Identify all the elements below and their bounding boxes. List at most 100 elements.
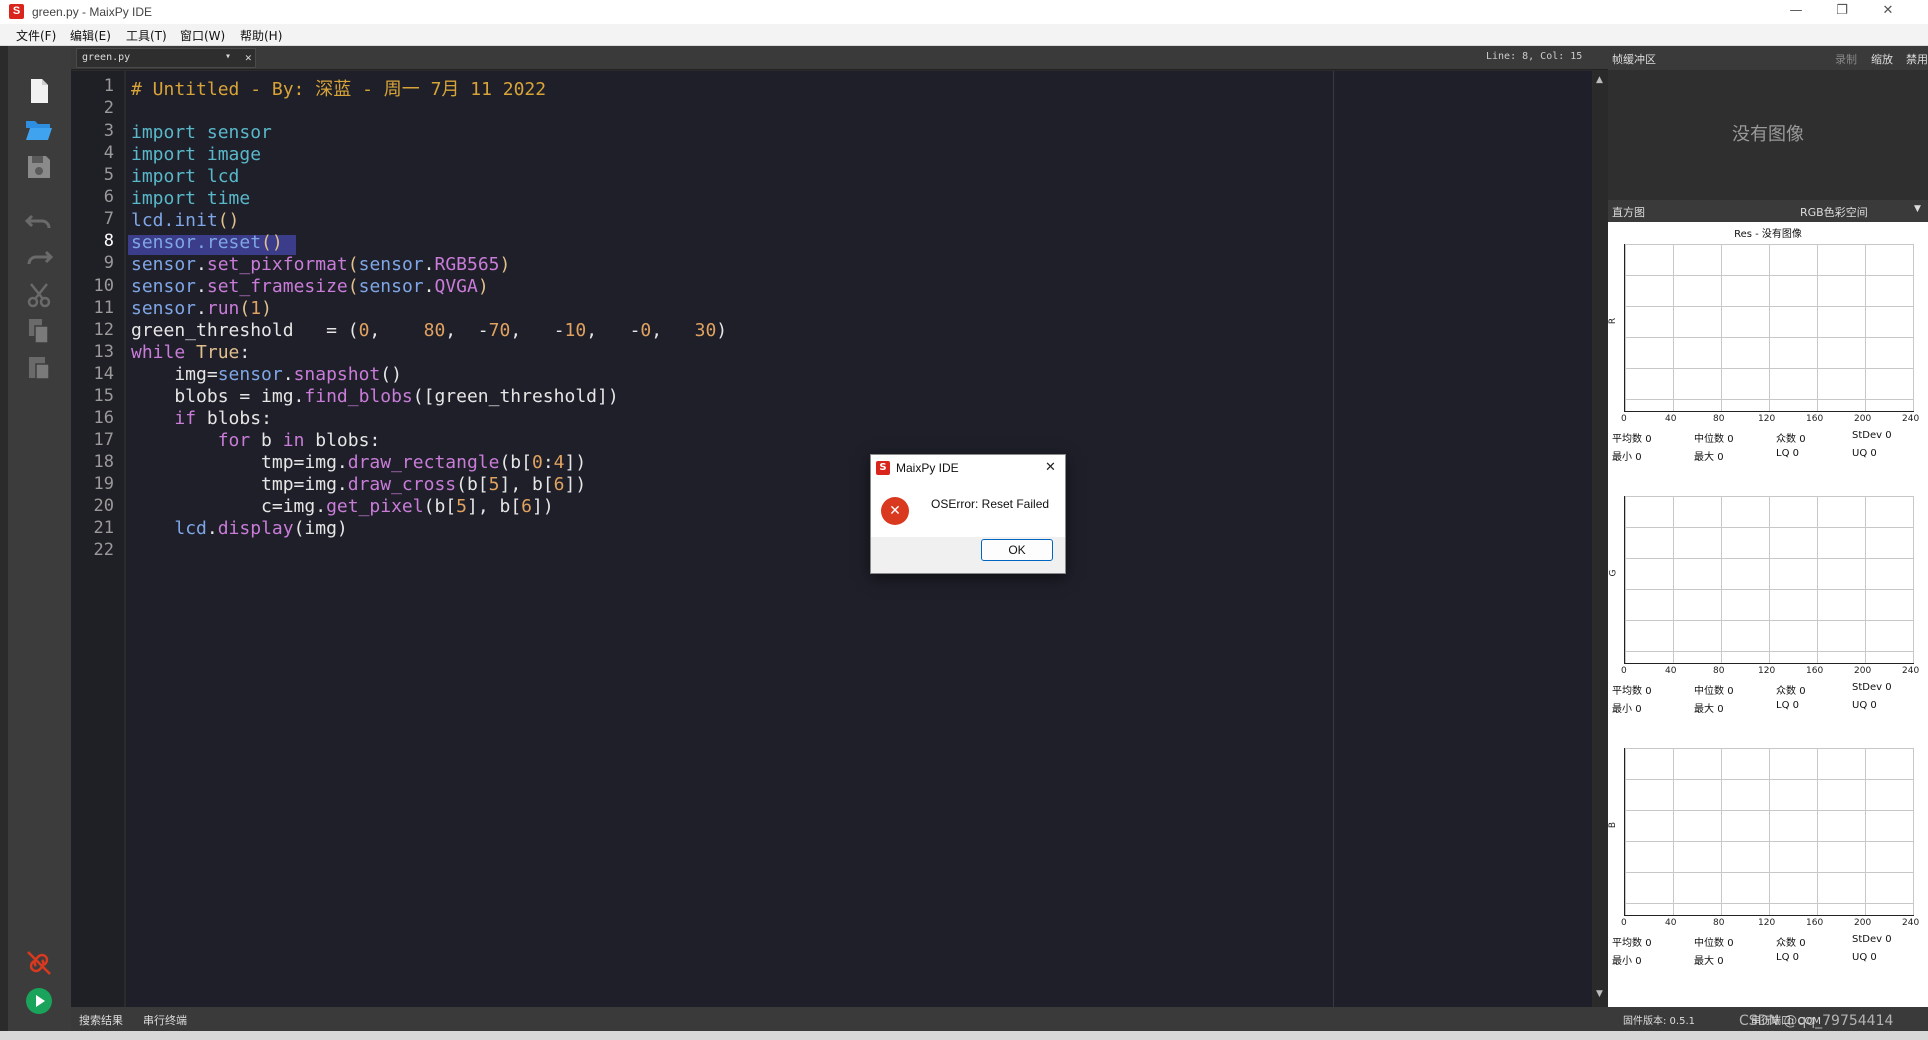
- serial-terminal-tab[interactable]: 串行终端: [143, 1012, 187, 1028]
- stat-min: 最小 0: [1612, 452, 1642, 463]
- line-number: 11: [93, 298, 114, 318]
- stat-min: 最小 0: [1612, 704, 1642, 715]
- x-tick: 0: [1621, 918, 1627, 928]
- menu-window[interactable]: 窗口(W): [180, 27, 225, 44]
- line-number: 22: [93, 540, 114, 560]
- line-number: 10: [93, 276, 114, 296]
- paste-icon[interactable]: [24, 352, 54, 382]
- disconnect-icon[interactable]: [24, 948, 54, 978]
- open-folder-icon[interactable]: [24, 114, 54, 144]
- cut-icon[interactable]: [24, 280, 54, 310]
- scroll-up-icon[interactable]: ▲: [1596, 75, 1603, 85]
- code-editor[interactable]: # Untitled - By: 深蓝 - 周一 7月 11 2022 impo…: [126, 71, 1592, 1007]
- run-icon[interactable]: [24, 986, 54, 1016]
- line-number: 5: [103, 165, 114, 185]
- undo-icon[interactable]: [24, 206, 54, 236]
- code-line-18: tmp=img.draw_rectangle(b[0:4]): [131, 452, 587, 473]
- line-number: 6: [103, 187, 114, 207]
- record-button[interactable]: 录制: [1835, 51, 1857, 67]
- stat-mode: 众数 0: [1776, 686, 1806, 697]
- code-line-1: # Untitled - By: 深蓝 - 周一 7月 11 2022: [131, 79, 547, 100]
- dialog-message: OSError: Reset Failed: [931, 497, 1050, 511]
- line-number: 13: [93, 342, 114, 362]
- histogram-plot: [1624, 496, 1914, 664]
- app-logo-icon: S: [876, 461, 890, 475]
- zoom-button[interactable]: 缩放: [1871, 51, 1893, 67]
- stat-median: 中位数 0: [1694, 434, 1734, 445]
- scroll-down-icon[interactable]: ▼: [1596, 989, 1603, 999]
- chevron-down-icon[interactable]: ▼: [1914, 204, 1921, 214]
- code-line-7: lcd.init(): [131, 210, 240, 231]
- no-image-label: 没有图像: [1732, 124, 1804, 145]
- menu-file[interactable]: 文件(F): [16, 27, 56, 44]
- stat-mean: 平均数 0: [1612, 938, 1652, 949]
- framebuffer-view: 没有图像: [1608, 70, 1928, 200]
- stat-max: 最大 0: [1694, 704, 1724, 715]
- code-line-10: sensor.set_framesize(sensor.QVGA): [131, 276, 489, 297]
- dialog-title: MaixPy IDE: [896, 461, 959, 475]
- redo-icon[interactable]: [24, 242, 54, 272]
- color-space-select[interactable]: RGB色彩空间: [1800, 204, 1868, 220]
- stat-stdev: StDev 0: [1852, 430, 1892, 441]
- minimize-button[interactable]: —: [1773, 0, 1819, 22]
- chevron-down-icon[interactable]: ▾: [225, 51, 231, 62]
- line-number-gutter: 1 2 3 4 5 6 7 8 9 10 11 12 13 14 15 16 1…: [71, 71, 125, 1007]
- bottom-strip: [0, 1031, 1928, 1040]
- line-number: 19: [93, 474, 114, 494]
- code-line-5: import lcd: [131, 166, 240, 187]
- code-line-13: while True:: [131, 342, 251, 363]
- error-icon: ✕: [881, 497, 909, 525]
- menu-tools[interactable]: 工具(T): [126, 27, 167, 44]
- stat-uq: UQ 0: [1852, 448, 1877, 459]
- stat-max: 最大 0: [1694, 956, 1724, 967]
- code-line-12: green_threshold = (0, 80, -70, -10, -0, …: [131, 320, 728, 341]
- line-number: 17: [93, 430, 114, 450]
- stat-uq: UQ 0: [1852, 700, 1877, 711]
- histogram-plot: [1624, 244, 1914, 412]
- disable-button[interactable]: 禁用: [1906, 51, 1928, 67]
- code-line-6: import time: [131, 188, 251, 209]
- line-number: 21: [93, 518, 114, 538]
- menu-help[interactable]: 帮助(H): [240, 27, 282, 44]
- dialog-close-icon[interactable]: ✕: [1045, 460, 1056, 475]
- x-tick: 160: [1806, 666, 1824, 676]
- close-window-button[interactable]: ✕: [1865, 0, 1911, 22]
- dialog-body: ✕ OSError: Reset Failed: [871, 481, 1065, 537]
- tab-label: green.py: [82, 52, 131, 63]
- stat-mode: 众数 0: [1776, 434, 1806, 445]
- vertical-scrollbar[interactable]: ▲ ▼: [1593, 71, 1608, 1007]
- copy-icon[interactable]: [24, 316, 54, 346]
- tab-green-py[interactable]: green.py ▾ ✕: [76, 48, 256, 68]
- x-tick: 80: [1713, 414, 1725, 424]
- code-line-3: import sensor: [131, 122, 272, 143]
- stat-stdev: StDev 0: [1852, 682, 1892, 693]
- line-number: 14: [93, 364, 114, 384]
- menu-edit[interactable]: 编辑(E): [70, 27, 111, 44]
- stat-median: 中位数 0: [1694, 938, 1734, 949]
- x-tick: 200: [1854, 414, 1872, 424]
- x-tick: 80: [1713, 918, 1725, 928]
- x-tick: 80: [1713, 666, 1725, 676]
- editor-margin-line: [1333, 71, 1334, 1007]
- x-tick: 0: [1621, 414, 1627, 424]
- x-tick: 40: [1665, 414, 1677, 424]
- x-tick: 120: [1758, 666, 1776, 676]
- code-line-11: sensor.run(1): [131, 298, 272, 319]
- x-tick: 120: [1758, 414, 1776, 424]
- histogram-area: Res - 没有图像 R 0 40 80 120 160 200 240 平均数…: [1608, 222, 1928, 1007]
- histogram-b: B 0 40 80 120 160 200 240 平均数 0 中位数 0 众数…: [1608, 746, 1928, 976]
- maximize-button[interactable]: ❐: [1819, 0, 1865, 22]
- line-number: 9: [103, 253, 114, 273]
- channel-label: R: [1608, 317, 1619, 325]
- code-line-8: sensor.reset(): [131, 232, 283, 253]
- save-icon[interactable]: [24, 152, 54, 182]
- line-number: 12: [93, 320, 114, 340]
- ok-button[interactable]: OK: [981, 539, 1053, 561]
- stat-mean: 平均数 0: [1612, 434, 1652, 445]
- new-file-icon[interactable]: [24, 76, 54, 106]
- x-tick: 200: [1854, 666, 1872, 676]
- histogram-g: G 0 40 80 120 160 200 240 平均数 0 中位数 0 众数…: [1608, 494, 1928, 724]
- search-results-tab[interactable]: 搜索结果: [79, 1012, 123, 1028]
- histogram-r: R 0 40 80 120 160 200 240 平均数 0 中位数 0 众数…: [1608, 242, 1928, 472]
- close-tab-icon[interactable]: ✕: [245, 51, 252, 64]
